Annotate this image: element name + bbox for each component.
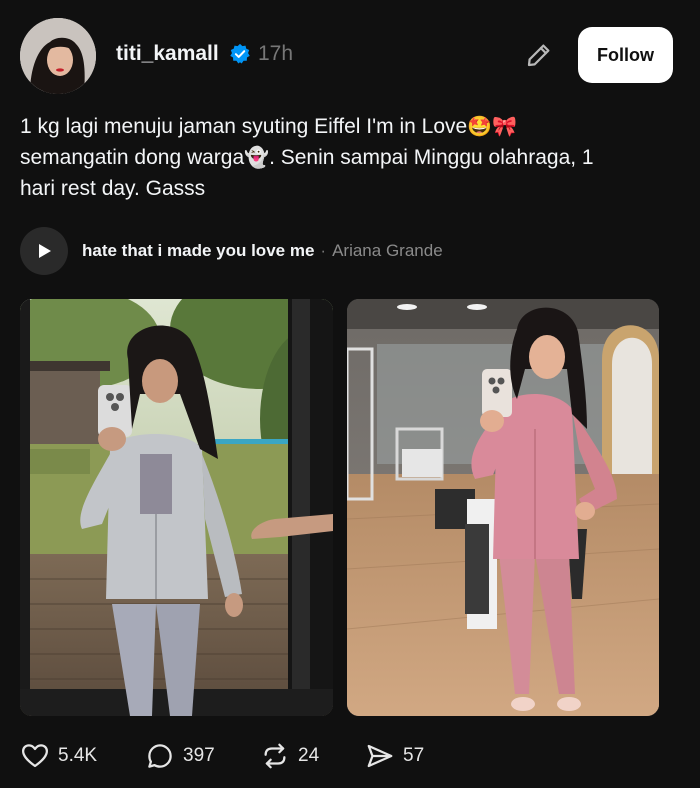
share-button[interactable]: 57 xyxy=(365,741,424,771)
caption-line-3: hari rest day. Gasss xyxy=(20,177,206,200)
heart-icon xyxy=(22,744,48,768)
ribbon-emoji: 🎀 xyxy=(492,114,518,138)
repost-count: 24 xyxy=(298,745,320,766)
send-icon xyxy=(367,744,393,768)
mirror-selfie-grey-outfit-image xyxy=(20,299,333,716)
post-caption: 1 kg lagi menuju jaman syuting Eiffel I'… xyxy=(20,111,660,204)
comment-icon xyxy=(148,744,172,768)
ghost-emoji: 👻 xyxy=(244,145,270,169)
post-timestamp: 17h xyxy=(258,42,294,65)
like-count: 5.4K xyxy=(58,745,98,766)
post-photo-1[interactable] xyxy=(20,299,333,716)
avatar[interactable] xyxy=(20,18,96,94)
caption-line-2a: semangatin dong warga xyxy=(20,146,245,169)
thread-post: titi_kamall 17h Follow 1 kg lagi menuju … xyxy=(0,0,700,788)
verified-badge-icon xyxy=(229,43,251,65)
pencil-icon[interactable] xyxy=(524,40,554,70)
play-button[interactable] xyxy=(20,227,68,275)
repost-icon xyxy=(264,743,286,769)
song-separator: · xyxy=(320,241,327,260)
share-count: 57 xyxy=(403,745,425,766)
caption-line-1: 1 kg lagi menuju jaman syuting Eiffel I'… xyxy=(20,115,468,138)
action-bar: 5.4K 397 24 57 xyxy=(20,736,424,776)
post-photo-2[interactable] xyxy=(347,299,659,716)
avatar-image xyxy=(20,18,96,94)
follow-button[interactable]: Follow xyxy=(578,27,673,83)
repost-button[interactable]: 24 xyxy=(260,741,365,771)
gym-selfie-pink-outfit-image xyxy=(347,299,659,716)
like-button[interactable]: 5.4K xyxy=(20,741,145,771)
caption-line-2b: . Senin sampai Minggu olahraga, 1 xyxy=(269,146,594,169)
reply-button[interactable]: 397 xyxy=(145,741,260,771)
star-struck-emoji: 🤩 xyxy=(467,114,493,138)
username[interactable]: titi_kamall xyxy=(116,42,219,66)
reply-count: 397 xyxy=(183,745,215,766)
song-title: hate that i made you love me xyxy=(82,241,315,260)
song-artist: Ariana Grande xyxy=(332,241,443,260)
music-attachment[interactable]: hate that i made you love me · Ariana Gr… xyxy=(20,227,443,275)
play-icon xyxy=(39,244,51,258)
